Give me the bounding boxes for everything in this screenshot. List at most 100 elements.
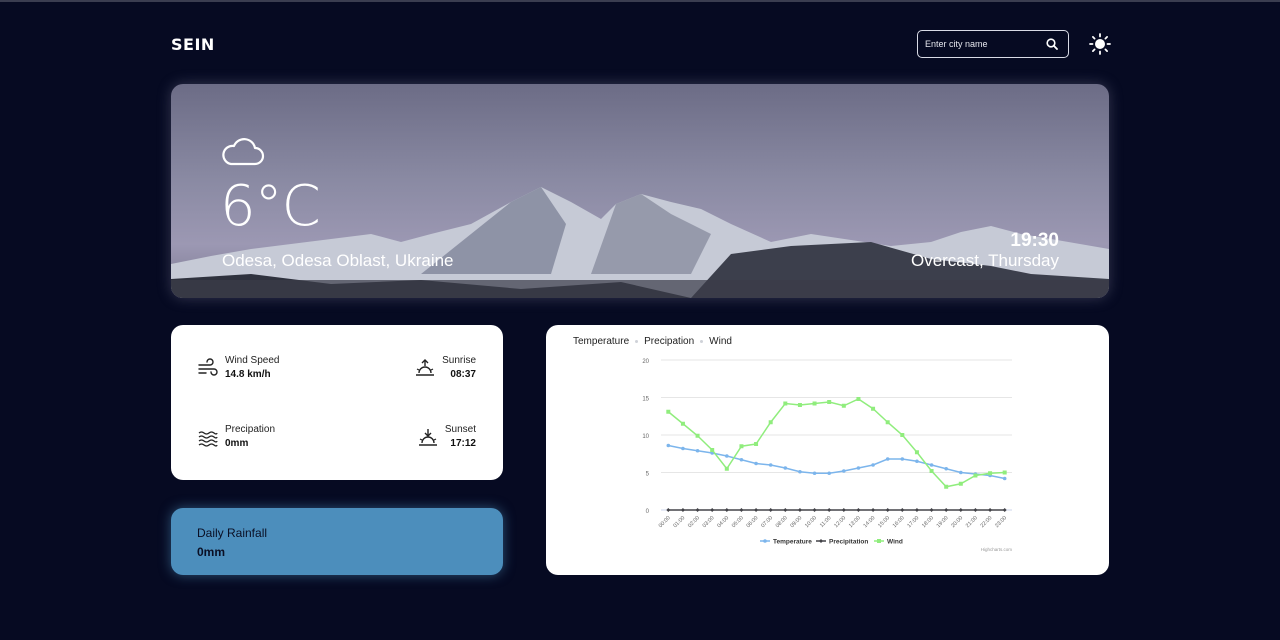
x-tick-label: 01:00 xyxy=(672,515,686,529)
data-point-wind xyxy=(871,406,876,411)
legend-item-temperature: Temperature xyxy=(773,539,812,546)
precipitation-value: 0mm xyxy=(225,438,249,449)
data-point-wind xyxy=(783,401,788,406)
tab-separator xyxy=(635,340,639,343)
y-tick-label: 0 xyxy=(646,509,650,515)
precipitation-stat: Precipation 0mm xyxy=(197,424,275,449)
data-point-precipitation xyxy=(871,508,876,512)
legend-marker xyxy=(877,539,881,543)
sunset-value: 17:12 xyxy=(450,438,476,449)
wind-speed-label: Wind Speed xyxy=(225,355,280,366)
legend-marker xyxy=(819,539,823,543)
data-point-precipitation xyxy=(754,508,759,512)
x-tick-label: 07:00 xyxy=(760,515,774,529)
data-point-precipitation xyxy=(666,508,671,512)
cloud-icon xyxy=(222,138,265,166)
data-point-precipitation xyxy=(797,508,802,512)
data-point-temperature xyxy=(768,463,773,467)
tab-precipitation[interactable]: Precipation xyxy=(644,336,694,347)
data-point-precipitation xyxy=(885,508,890,512)
data-point-wind xyxy=(988,471,993,476)
data-point-precipitation xyxy=(739,508,744,512)
daily-rainfall-title: Daily Rainfall xyxy=(197,526,268,540)
data-point-temperature xyxy=(842,469,846,473)
x-tick-label: 18:00 xyxy=(921,515,935,529)
data-point-wind xyxy=(841,403,846,408)
data-point-precipitation xyxy=(958,508,963,512)
wind-icon xyxy=(198,358,218,376)
x-tick-label: 05:00 xyxy=(731,515,745,529)
data-point-wind xyxy=(914,450,919,455)
series-line-wind xyxy=(667,398,1005,488)
search-input[interactable] xyxy=(918,39,1038,49)
data-point-temperature xyxy=(798,469,802,474)
y-tick-label: 20 xyxy=(642,359,649,365)
x-tick-label: 08:00 xyxy=(775,515,789,529)
x-tick-label: 15:00 xyxy=(877,515,891,529)
sunrise-icon xyxy=(416,359,435,376)
y-tick-label: 10 xyxy=(642,434,649,440)
data-point-temperature xyxy=(827,471,831,476)
data-point-precipitation xyxy=(695,508,700,512)
x-tick-label: 02:00 xyxy=(687,515,701,529)
y-tick-label: 5 xyxy=(646,472,650,478)
daily-rainfall-card: Daily Rainfall 0mm xyxy=(171,508,503,575)
x-tick-label: 14:00 xyxy=(863,515,877,529)
sun-icon[interactable] xyxy=(1089,33,1111,55)
chart-tabs: Temperature Precipation Wind xyxy=(573,336,732,347)
x-tick-label: 13:00 xyxy=(848,515,862,529)
app-logo[interactable]: SEIN xyxy=(171,35,215,54)
wind-speed-value: 14.8 km/h xyxy=(225,369,271,380)
legend-item-wind: Wind xyxy=(887,539,903,546)
data-point-precipitation xyxy=(929,508,934,512)
current-weather-banner: 6°C Odesa, Odesa Oblast, Ukraine 19:30 O… xyxy=(171,84,1109,298)
data-point-wind xyxy=(1002,470,1007,475)
x-tick-label: 00:00 xyxy=(658,515,672,529)
tab-temperature[interactable]: Temperature xyxy=(573,336,629,347)
data-point-precipitation xyxy=(680,508,685,512)
data-point-temperature xyxy=(681,446,685,451)
data-point-temperature xyxy=(915,459,919,464)
sunrise-label: Sunrise xyxy=(442,355,476,366)
x-tick-label: 21:00 xyxy=(965,515,979,529)
tab-separator xyxy=(700,340,704,343)
y-tick-label: 15 xyxy=(642,397,649,403)
data-point-precipitation xyxy=(914,508,919,512)
weather-condition: Overcast, Thursday xyxy=(910,251,1059,270)
x-tick-label: 20:00 xyxy=(950,515,964,529)
data-point-wind xyxy=(680,421,685,426)
weather-stats-card: Wind Speed 14.8 km/h Sunrise 08:37 Preci… xyxy=(171,325,503,480)
x-tick-label: 22:00 xyxy=(980,515,994,529)
legend-item-precipitation: Precipitation xyxy=(829,539,868,546)
data-point-wind xyxy=(973,473,978,478)
x-tick-label: 06:00 xyxy=(746,515,760,529)
sunset-label: Sunset xyxy=(444,424,476,435)
data-point-wind xyxy=(856,397,861,401)
data-point-wind xyxy=(885,420,890,425)
x-tick-label: 04:00 xyxy=(716,515,730,529)
search-icon[interactable] xyxy=(1046,38,1058,50)
data-point-temperature xyxy=(739,457,744,462)
data-point-precipitation xyxy=(988,508,993,512)
series-line-temperature xyxy=(668,444,1005,480)
data-point-temperature xyxy=(783,466,788,470)
data-point-wind xyxy=(739,444,744,449)
data-point-precipitation xyxy=(856,508,861,512)
data-point-precipitation xyxy=(724,508,729,512)
data-point-wind xyxy=(695,433,700,438)
data-point-precipitation xyxy=(841,508,846,512)
sunrise-value: 08:37 xyxy=(450,369,476,380)
data-point-temperature xyxy=(900,457,905,461)
data-point-precipitation xyxy=(944,508,949,512)
x-tick-label: 17:00 xyxy=(906,515,920,529)
precipitation-label: Precipation xyxy=(225,424,276,435)
tab-wind[interactable]: Wind xyxy=(709,336,732,347)
data-point-wind xyxy=(666,409,671,414)
data-point-wind xyxy=(754,442,759,446)
data-point-wind xyxy=(724,466,729,471)
data-point-temperature xyxy=(1002,476,1007,481)
data-point-precipitation xyxy=(973,508,978,512)
x-tick-label: 10:00 xyxy=(804,515,818,529)
data-point-temperature xyxy=(812,471,817,476)
data-point-temperature xyxy=(856,466,861,470)
